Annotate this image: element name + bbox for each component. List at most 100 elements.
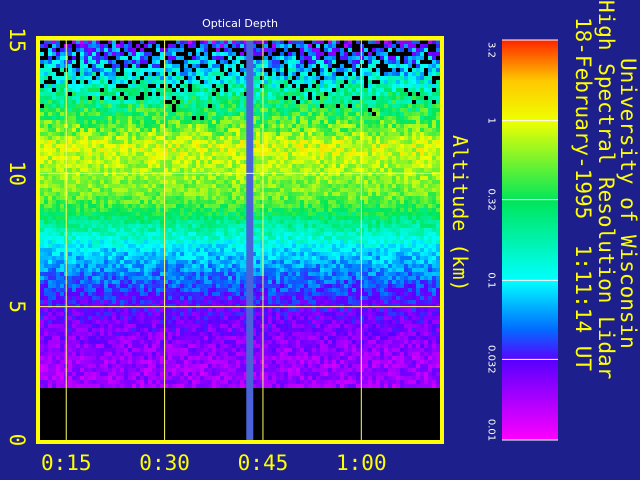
heatmap-cell (436, 156, 440, 160)
heatmap-cell (316, 104, 320, 108)
heatmap-cell (380, 188, 384, 192)
heatmap-cell (136, 180, 140, 184)
heatmap-cell (376, 76, 380, 80)
heatmap-cell (144, 236, 148, 240)
heatmap-cell (336, 228, 340, 232)
heatmap-cell (92, 68, 96, 72)
heatmap-cell (184, 84, 188, 88)
heatmap-cell (416, 40, 420, 44)
heatmap-cell (368, 168, 372, 172)
heatmap-cell (312, 108, 316, 112)
heatmap-cell (220, 216, 224, 220)
heatmap-cell (48, 100, 52, 104)
heatmap-cell (216, 188, 220, 192)
heatmap-cell (320, 180, 324, 184)
heatmap-cell (276, 104, 280, 108)
heatmap-cell (396, 92, 400, 96)
heatmap-cell (272, 96, 276, 100)
heatmap-cell (408, 76, 412, 80)
heatmap-cell (436, 144, 440, 148)
heatmap-cell (48, 132, 52, 136)
heatmap-cell (172, 68, 176, 72)
heatmap-cell (148, 224, 152, 228)
heatmap-cell (276, 100, 280, 104)
heatmap-cell (424, 64, 428, 68)
heatmap-cell (56, 76, 60, 80)
heatmap-cell (180, 140, 184, 144)
heatmap-cell (312, 220, 316, 224)
heatmap-cell (268, 220, 272, 224)
heatmap-cell (304, 124, 308, 128)
heatmap-cell (336, 164, 340, 168)
heatmap-cell (40, 164, 44, 168)
heatmap-cell (268, 152, 272, 156)
heatmap-cell (368, 116, 372, 120)
heatmap-cell (344, 112, 348, 116)
heatmap-cell (188, 180, 192, 184)
heatmap-cell (132, 236, 136, 240)
heatmap-cell (216, 120, 220, 124)
heatmap-cell (408, 120, 412, 124)
heatmap-cell (236, 140, 240, 144)
heatmap-cell (424, 92, 428, 96)
heatmap-cell (368, 52, 372, 56)
heatmap-cell (220, 112, 224, 116)
heatmap-cell (40, 108, 44, 112)
heatmap-cell (396, 208, 400, 212)
heatmap-cell (388, 224, 392, 228)
heatmap-cell (312, 212, 316, 216)
heatmap-cell (112, 76, 116, 80)
heatmap-cell (140, 200, 144, 204)
heatmap-cell (132, 124, 136, 128)
heatmap-cell (392, 220, 396, 224)
heatmap-cell (148, 176, 152, 180)
heatmap-cell (136, 112, 140, 116)
heatmap-cell (128, 132, 132, 136)
heatmap-cell (240, 120, 244, 124)
heatmap-cell (232, 76, 236, 80)
heatmap-cell (196, 196, 200, 200)
heatmap-cell (360, 184, 364, 188)
heatmap-cell (160, 188, 164, 192)
heatmap-cell (372, 64, 376, 68)
heatmap-cell (404, 192, 408, 196)
heatmap-cell (80, 76, 84, 80)
heatmap-cell (424, 120, 428, 124)
heatmap-cell (60, 108, 64, 112)
heatmap-cell (124, 236, 128, 240)
heatmap-cell (148, 144, 152, 148)
heatmap-cell (156, 52, 160, 56)
heatmap-cell (184, 40, 188, 44)
heatmap-cell (436, 40, 440, 44)
heatmap-cell (196, 148, 200, 152)
heatmap-cell (212, 72, 216, 76)
heatmap-cell (256, 124, 260, 128)
heatmap-cell (132, 212, 136, 216)
heatmap-cell (432, 192, 436, 196)
heatmap-cell (240, 52, 244, 56)
heatmap-cell (424, 76, 428, 80)
heatmap-cell (368, 140, 372, 144)
heatmap-cell (280, 164, 284, 168)
heatmap-cell (108, 232, 112, 236)
heatmap-cell (116, 84, 120, 88)
heatmap-cell (356, 44, 360, 48)
heatmap-cell (148, 44, 152, 48)
heatmap-cell (228, 88, 232, 92)
heatmap-cell (136, 52, 140, 56)
heatmap-cell (92, 164, 96, 168)
heatmap-cell (288, 88, 292, 92)
heatmap-cell (44, 108, 48, 112)
heatmap-cell (112, 136, 116, 140)
heatmap-cell (96, 128, 100, 132)
heatmap-cell (132, 160, 136, 164)
heatmap-cell (304, 112, 308, 116)
heatmap-cell (368, 104, 372, 108)
heatmap-cell (384, 168, 388, 172)
heatmap-cell (420, 80, 424, 84)
heatmap-cell (216, 132, 220, 136)
heatmap-cell (156, 104, 160, 108)
heatmap-cell (296, 164, 300, 168)
heatmap-cell (176, 232, 180, 236)
heatmap-cell (224, 40, 228, 44)
